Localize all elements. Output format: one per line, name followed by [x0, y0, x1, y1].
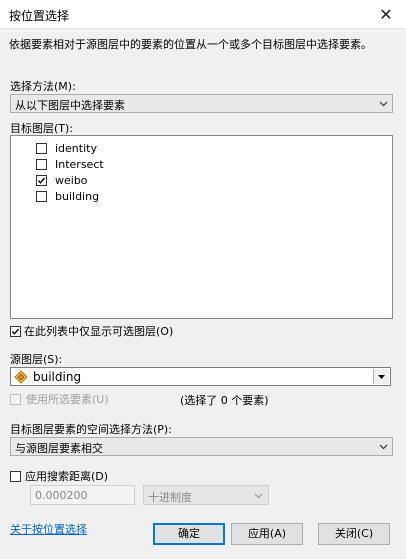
spatial-method-value: 与源图层要素相交	[15, 442, 103, 455]
only-selectable-label: 在此列表中仅显示可选图层(O)	[24, 325, 174, 338]
ok-button[interactable]: 确定	[153, 523, 225, 545]
selection-method-value: 从以下图层中选择要素	[15, 99, 125, 112]
window-title: 按位置选择	[9, 9, 70, 23]
checkmark-icon	[37, 177, 46, 184]
layer-item-identity[interactable]: identity	[36, 140, 97, 156]
spatial-method-label: 目标图层要素的空间选择方法(P):	[10, 423, 172, 436]
selection-method-dropdown[interactable]: 从以下图层中选择要素	[10, 94, 393, 113]
polygon-layer-icon	[14, 370, 28, 384]
layer-checkbox[interactable]	[36, 190, 47, 202]
help-link[interactable]: 关于按位置选择	[10, 521, 87, 537]
search-distance-checkbox[interactable]	[10, 470, 21, 482]
layer-checkbox[interactable]	[36, 142, 47, 154]
description-text: 依据要素相对于源图层中的要素的位置从一个或多个目标图层中选择要素。	[9, 38, 372, 51]
chevron-down-icon	[379, 101, 388, 107]
close-icon[interactable]: ✕	[366, 0, 406, 28]
title-bar: 按位置选择 ✕	[0, 0, 406, 29]
layer-name: weibo	[55, 173, 88, 187]
chevron-down-icon	[379, 444, 388, 450]
layer-name: building	[55, 189, 100, 203]
layer-name: identity	[55, 141, 97, 155]
layer-item-building[interactable]: building	[36, 188, 99, 204]
selection-method-label: 选择方法(M):	[10, 80, 76, 93]
layer-item-weibo[interactable]: weibo	[36, 172, 88, 188]
use-selected-label: 使用所选要素(U)	[26, 393, 109, 406]
spatial-method-dropdown[interactable]: 与源图层要素相交	[10, 437, 393, 456]
triangle-down-icon	[378, 375, 385, 379]
selected-count-text: (选择了 0 个要素)	[180, 394, 269, 407]
source-layer-label: 源图层(S):	[10, 353, 63, 366]
distance-unit-value: 十进制度	[148, 491, 192, 504]
use-selected-checkbox[interactable]	[10, 393, 21, 405]
checkmark-icon	[11, 328, 20, 335]
distance-unit-dropdown[interactable]: 十进制度	[143, 485, 269, 505]
source-layer-value: building	[33, 370, 82, 384]
target-layers-list[interactable]: identity Intersect weibo building	[10, 135, 393, 319]
search-distance-label: 应用搜索距离(D)	[25, 470, 109, 483]
chevron-down-icon	[254, 493, 263, 499]
target-layers-label: 目标图层(T):	[10, 122, 74, 135]
layer-checkbox[interactable]	[36, 158, 47, 170]
layer-checkbox[interactable]	[36, 174, 47, 186]
layer-item-intersect[interactable]: Intersect	[36, 156, 104, 172]
search-distance-value: 0.000200	[35, 489, 88, 502]
close-button[interactable]: 关闭(C)	[318, 523, 390, 545]
only-selectable-option[interactable]: 在此列表中仅显示可选图层(O)	[10, 323, 173, 339]
use-selected-option[interactable]: 使用所选要素(U)	[10, 391, 109, 407]
apply-button[interactable]: 应用(A)	[231, 523, 303, 545]
only-selectable-checkbox[interactable]	[10, 325, 21, 337]
layer-name: Intersect	[55, 157, 104, 171]
source-layer-dropdown[interactable]: building	[10, 367, 391, 386]
search-distance-input[interactable]: 0.000200	[30, 485, 135, 505]
search-distance-option[interactable]: 应用搜索距离(D)	[10, 468, 108, 484]
source-layer-dropdown-button[interactable]	[373, 369, 389, 384]
